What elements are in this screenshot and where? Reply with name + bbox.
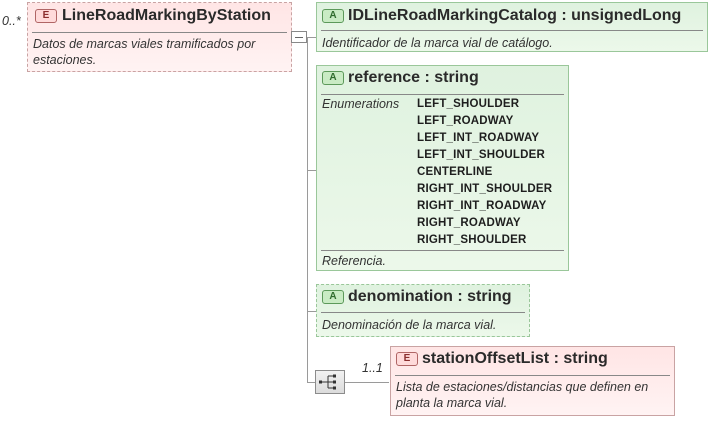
enumeration-value: LEFT_INT_ROADWAY [417, 132, 540, 144]
attribute-idlineroadmarkingcatalog[interactable]: A IDLineRoadMarkingCatalog : unsignedLon… [316, 2, 712, 56]
enumeration-value: LEFT_ROADWAY [417, 115, 514, 127]
enumeration-value: RIGHT_INT_SHOULDER [417, 183, 553, 195]
sequence-compositor-icon[interactable] [315, 370, 349, 398]
element-name: stationOffsetList : string [422, 350, 608, 367]
enumeration-value: RIGHT_SHOULDER [417, 234, 527, 246]
divider [321, 94, 564, 95]
connector-to-element [345, 382, 389, 383]
divider [395, 375, 670, 376]
attribute-denomination[interactable]: A denomination : string Denominación de … [316, 284, 534, 341]
divider [321, 30, 703, 31]
attribute-name: IDLineRoadMarkingCatalog : unsignedLong [348, 7, 682, 24]
attribute-badge-icon: A [322, 71, 344, 85]
element-description: Lista de estaciones/distancias que defin… [396, 380, 649, 410]
attribute-reference[interactable]: A reference : string Enumerations LEFT_S… [316, 65, 573, 275]
attribute-name: denomination : string [348, 288, 512, 305]
element-multiplicity: 1..1 [362, 361, 383, 375]
divider [321, 312, 525, 313]
attribute-name: reference : string [348, 69, 479, 86]
attribute-description: Identificador de la marca vial de catálo… [322, 36, 553, 50]
root-element-box[interactable]: E LineRoadMarkingByStation Datos de marc… [27, 2, 296, 76]
element-badge-icon: E [396, 352, 418, 366]
enumeration-value: LEFT_SHOULDER [417, 98, 520, 110]
divider [32, 32, 287, 33]
attribute-description: Referencia. [322, 254, 386, 268]
collapse-box-icon[interactable] [291, 31, 307, 43]
enumerations-label: Enumerations [322, 97, 400, 111]
enumeration-value: RIGHT_ROADWAY [417, 217, 521, 229]
enumeration-value: RIGHT_INT_ROADWAY [417, 200, 547, 212]
root-multiplicity: 0..* [2, 14, 21, 28]
element-badge-icon: E [35, 9, 57, 23]
enumeration-value: CENTERLINE [417, 166, 493, 178]
root-element-description: Datos de marcas viales tramificados por … [33, 37, 256, 67]
connector-trunk [307, 37, 308, 382]
divider [321, 250, 564, 251]
element-stationoffsetlist[interactable]: E stationOffsetList : string Lista de es… [390, 346, 679, 420]
attribute-description: Denominación de la marca vial. [322, 318, 497, 332]
attribute-badge-icon: A [322, 290, 344, 304]
attribute-badge-icon: A [322, 9, 344, 23]
root-element-name: LineRoadMarkingByStation [62, 7, 271, 24]
enumeration-value: LEFT_INT_SHOULDER [417, 149, 545, 161]
